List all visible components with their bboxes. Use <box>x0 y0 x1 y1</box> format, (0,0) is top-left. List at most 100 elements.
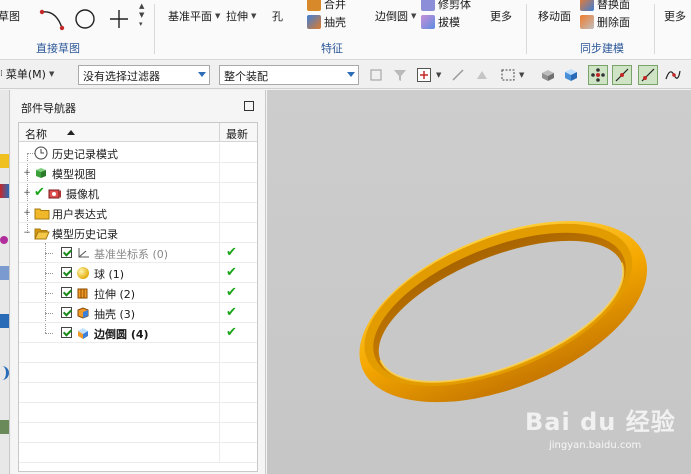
group-divider <box>654 4 655 54</box>
select-all-icon[interactable] <box>368 67 384 83</box>
snap-curve-icon[interactable] <box>662 65 682 85</box>
resource-tab-icon[interactable] <box>0 420 9 434</box>
chevron-down-icon[interactable]: ▼ <box>519 71 524 79</box>
chevron-down-icon[interactable]: ▼ <box>436 71 441 79</box>
menu-button[interactable]: ⁞ 菜单(M) ▼ <box>0 66 54 82</box>
resource-tab-icon[interactable] <box>0 366 9 380</box>
feature-more-label: 更多 <box>490 10 512 23</box>
snap-point-icon[interactable] <box>416 67 432 83</box>
chevron-down-icon <box>198 72 206 77</box>
tree-row[interactable]: 球 (1) ✔ <box>19 263 257 283</box>
resource-tab-icon[interactable] <box>0 314 9 328</box>
visibility-checkbox[interactable] <box>61 307 72 318</box>
column-divider <box>219 443 220 463</box>
cube-view-icon[interactable] <box>563 67 579 83</box>
visibility-checkbox[interactable] <box>61 267 72 278</box>
shaded-view-icon[interactable] <box>540 67 556 83</box>
sync-group-label: 同步建模 <box>580 42 624 55</box>
checkmark-icon[interactable]: ✔ <box>34 185 45 200</box>
tree-row[interactable]: 抽壳 (3) ✔ <box>19 303 257 323</box>
filter-icon[interactable] <box>392 67 408 83</box>
tree-row-label: 历史记录模式 <box>52 148 118 161</box>
resource-tab-icon[interactable] <box>0 236 8 244</box>
visibility-checkbox[interactable] <box>61 287 72 298</box>
model-view-icon <box>34 166 48 180</box>
snap-endpoint-icon[interactable] <box>588 65 608 85</box>
sphere-icon <box>76 266 90 280</box>
tree-row[interactable]: 拉伸 (2) ✔ <box>19 283 257 303</box>
datum-plane-button[interactable]: 基准平面 ▼ <box>168 8 220 24</box>
tree-guide-line <box>45 273 53 274</box>
snap-on-curve-icon[interactable] <box>638 65 658 85</box>
tree-row[interactable]: + 模型视图 <box>19 163 257 183</box>
edge-blend-button[interactable]: 边倒圆 ▼ <box>375 8 416 24</box>
tree-row-label: 摄像机 <box>66 188 99 201</box>
tree-row-label: 球 (1) <box>94 268 125 281</box>
shell-button[interactable]: 抽壳 <box>307 14 346 30</box>
circle-sketch-icon[interactable] <box>72 6 98 34</box>
delete-face-button[interactable]: 删除面 <box>580 14 630 30</box>
shell-label: 抽壳 <box>324 16 346 29</box>
visibility-checkbox[interactable] <box>61 327 72 338</box>
curve-rule-icon[interactable] <box>450 67 466 83</box>
group-divider <box>154 4 155 54</box>
tree-row[interactable]: 基准坐标系 (0) ✔ <box>19 243 257 263</box>
empty-row <box>19 423 257 443</box>
column-divider <box>219 363 220 383</box>
tree-row[interactable]: 历史记录模式 <box>19 143 257 163</box>
face-rule-icon[interactable] <box>474 67 490 83</box>
tree-row[interactable]: + 用户表达式 <box>19 203 257 223</box>
hole-button[interactable]: 孔 <box>272 8 283 24</box>
assembly-scope-dropdown[interactable]: 整个装配 <box>219 65 359 85</box>
tree-row[interactable]: − 模型历史记录 <box>19 223 257 243</box>
sketch-button[interactable]: 草图 <box>0 8 20 24</box>
maximize-icon[interactable] <box>244 101 254 111</box>
trim-body-button[interactable]: 修剪体 <box>421 0 471 12</box>
snap-midpoint-icon[interactable] <box>612 65 632 85</box>
tree-row-label: 用户表达式 <box>52 208 107 221</box>
replace-face-button[interactable]: 替换面 <box>580 0 630 12</box>
column-name-header[interactable]: 名称 <box>25 126 47 142</box>
feature-more-button[interactable]: 更多 <box>490 8 512 24</box>
ribbon: 草图 ▲ ▼ ▾ 直接草图 基准平面 ▼ 拉伸 ▼ 孔 合并 抽壳 边倒圆 ▼ 修剪体 拔… <box>0 0 691 60</box>
shell-icon <box>76 306 90 320</box>
expand-icon[interactable]: + <box>23 189 31 198</box>
move-face-button[interactable]: 移动面 <box>538 8 571 24</box>
arc-sketch-icon[interactable] <box>38 6 68 34</box>
expand-icon[interactable]: + <box>23 209 31 218</box>
draft-icon <box>421 15 435 29</box>
expand-icon[interactable]: + <box>23 169 31 178</box>
group-divider <box>526 4 527 54</box>
chevron-down-icon: ▼ <box>48 70 55 78</box>
column-divider <box>219 143 220 163</box>
resource-tab-icon[interactable] <box>0 184 9 198</box>
extrude-button[interactable]: 拉伸 ▼ <box>226 8 256 24</box>
graphics-viewport[interactable]: Bai du 经验 jingyan.baidu.com <box>267 90 691 474</box>
sync-more-button[interactable]: 更多 <box>664 8 686 24</box>
extrude-label: 拉伸 <box>226 10 248 23</box>
resource-tab-icon[interactable] <box>0 154 9 168</box>
point-sketch-icon[interactable] <box>106 6 132 34</box>
draft-button[interactable]: 拔模 <box>421 14 460 30</box>
column-divider <box>219 283 220 303</box>
shell-icon <box>307 15 321 29</box>
trim-body-icon <box>421 0 435 11</box>
column-divider <box>219 323 220 343</box>
empty-row <box>19 403 257 423</box>
tree-row-label: 基准坐标系 (0) <box>94 248 169 261</box>
tree-row[interactable]: 边倒圆 (4) ✔ <box>19 323 257 343</box>
tree-row[interactable]: + ✔ 摄像机 <box>19 183 257 203</box>
camera-icon <box>48 186 62 200</box>
selection-filter-dropdown[interactable]: 没有选择过滤器 <box>78 65 210 85</box>
column-divider[interactable] <box>219 123 220 142</box>
up-to-date-check-icon: ✔ <box>226 305 237 320</box>
unite-button[interactable]: 合并 <box>307 0 346 12</box>
collapse-icon[interactable]: − <box>23 229 31 238</box>
resource-tab-icon[interactable] <box>0 266 9 280</box>
chevron-down-icon <box>347 72 355 77</box>
sort-ascending-icon[interactable] <box>67 130 75 135</box>
sketch-gallery-scroll[interactable]: ▲ ▼ ▾ <box>139 2 144 29</box>
visibility-checkbox[interactable] <box>61 247 72 258</box>
rectangle-select-icon[interactable] <box>500 67 516 83</box>
column-latest-header[interactable]: 最新 <box>226 126 248 142</box>
